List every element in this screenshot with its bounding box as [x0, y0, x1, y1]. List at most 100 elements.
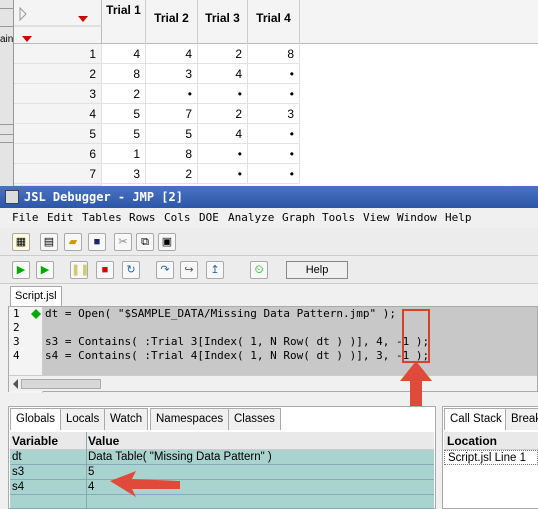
table-cell[interactable]: 2 — [198, 44, 248, 64]
row-number[interactable]: 3 — [14, 84, 102, 104]
menu-analyze[interactable]: Analyze — [228, 208, 274, 228]
row-select-triangle-icon — [19, 6, 27, 22]
table-cell[interactable]: • — [198, 84, 248, 104]
red-arrow-left-icon — [110, 471, 180, 497]
table-cell[interactable]: 2 — [146, 164, 198, 184]
column-header-trial-3[interactable]: Trial 3 — [198, 0, 248, 44]
watch-clock-icon[interactable]: ⏲ — [250, 261, 268, 279]
stop-icon[interactable]: ■ — [96, 261, 114, 279]
line-number: 2 — [13, 321, 20, 334]
tab-globals[interactable]: Globals — [10, 408, 61, 430]
run-icon[interactable]: ▶ — [36, 261, 54, 279]
code-line: s3 = Contains( :Trial 3[Index( 1, N Row(… — [43, 335, 537, 349]
table-cell[interactable]: 4 — [146, 44, 198, 64]
row-number[interactable]: 5 — [14, 124, 102, 144]
cut-icon[interactable]: ✂ — [114, 233, 132, 251]
table-cell[interactable]: • — [146, 84, 198, 104]
row-number[interactable]: 6 — [14, 144, 102, 164]
app-icon — [5, 190, 19, 204]
new-table-icon[interactable]: ▦ — [12, 233, 30, 251]
table-cell[interactable]: 5 — [102, 104, 146, 124]
row-number[interactable]: 1 — [14, 44, 102, 64]
table-cell[interactable]: • — [248, 64, 300, 84]
tab-locals[interactable]: Locals — [60, 408, 106, 430]
new-script-icon[interactable]: ▤ — [40, 233, 58, 251]
data-table-window: ain Trial 1 Trial 2 Trial 3 Trial 4 1442… — [0, 0, 538, 186]
help-button[interactable]: Help — [286, 261, 348, 279]
table-cell[interactable]: • — [248, 144, 300, 164]
table-cell[interactable]: 5 — [146, 124, 198, 144]
step-over-icon[interactable]: ↪ — [180, 261, 198, 279]
code-line: dt = Open( "$SAMPLE_DATA/Missing Data Pa… — [43, 307, 537, 321]
table-cell[interactable]: 8 — [248, 44, 300, 64]
table-cell[interactable]: 4 — [198, 124, 248, 144]
column-header-trial-4[interactable]: Trial 4 — [248, 0, 300, 44]
table-cell[interactable]: 7 — [146, 104, 198, 124]
menu-tools[interactable]: Tools — [322, 208, 355, 228]
column-header-trial-1[interactable]: Trial 1 — [102, 0, 146, 44]
tab-call-stack[interactable]: Call Stack — [444, 408, 508, 430]
value-column-header[interactable]: Value — [86, 432, 434, 450]
corner-header[interactable] — [14, 0, 102, 44]
table-cell[interactable]: 2 — [198, 104, 248, 124]
tab-breakpoints[interactable]: Break — [505, 408, 538, 430]
row-number[interactable]: 2 — [14, 64, 102, 84]
table-cell[interactable]: 3 — [248, 104, 300, 124]
column-menu-arrow-icon[interactable] — [78, 16, 88, 22]
menu-cols[interactable]: Cols — [164, 208, 191, 228]
table-cell[interactable]: 8 — [102, 64, 146, 84]
table-cell[interactable]: 3 — [146, 64, 198, 84]
column-header-trial-2[interactable]: Trial 2 — [146, 0, 198, 44]
menu-file[interactable]: File — [12, 208, 39, 228]
row-menu-arrow-icon[interactable] — [22, 36, 32, 42]
save-icon[interactable]: ■ — [88, 233, 106, 251]
variable-name[interactable]: s4 — [10, 480, 86, 495]
table-cell[interactable]: 4 — [102, 44, 146, 64]
table-cell[interactable]: • — [248, 164, 300, 184]
current-line-marker-icon — [31, 309, 41, 319]
step-out-icon[interactable]: ↥ — [206, 261, 224, 279]
call-stack-row[interactable]: Script.jsl Line 1 — [444, 450, 538, 465]
restart-icon[interactable]: ↻ — [122, 261, 140, 279]
row-number[interactable]: 4 — [14, 104, 102, 124]
table-cell[interactable]: 8 — [146, 144, 198, 164]
paste-icon[interactable]: ▣ — [158, 233, 176, 251]
tab-classes[interactable]: Classes — [228, 408, 281, 430]
row-number[interactable]: 7 — [14, 164, 102, 184]
tab-namespaces[interactable]: Namespaces — [150, 408, 230, 430]
open-folder-icon[interactable]: ▰ — [64, 233, 82, 251]
location-column-header[interactable]: Location — [444, 432, 538, 450]
variable-column-header[interactable]: Variable — [10, 432, 86, 450]
table-cell[interactable]: 3 — [102, 164, 146, 184]
horizontal-scrollbar[interactable] — [9, 375, 537, 391]
tab-watch[interactable]: Watch — [104, 408, 149, 430]
pause-icon[interactable]: ❚❚ — [70, 261, 89, 279]
tab-script-jsl[interactable]: Script.jsl — [10, 286, 62, 306]
menu-edit[interactable]: Edit — [47, 208, 74, 228]
table-cell[interactable]: • — [198, 164, 248, 184]
menu-view[interactable]: View — [363, 208, 390, 228]
menu-rows[interactable]: Rows — [129, 208, 156, 228]
table-cell[interactable]: • — [198, 144, 248, 164]
variable-name[interactable]: dt — [10, 450, 86, 465]
variable-name[interactable]: s3 — [10, 465, 86, 480]
code-editor[interactable]: 1 2 3 4 dt = Open( "$SAMPLE_DATA/Missing… — [8, 306, 538, 393]
table-cell[interactable]: 2 — [102, 84, 146, 104]
table-cell[interactable]: 5 — [102, 124, 146, 144]
window-title: JSL Debugger - JMP [2] — [24, 190, 183, 204]
table-cell[interactable]: • — [248, 84, 300, 104]
variable-value[interactable]: Data Table( "Missing Data Pattern" ) — [86, 450, 434, 465]
table-left-panel: ain — [0, 0, 14, 186]
scroll-thumb[interactable] — [21, 379, 101, 389]
table-cell[interactable]: • — [248, 124, 300, 144]
menu-graph[interactable]: Graph — [282, 208, 315, 228]
menu-help[interactable]: Help — [445, 208, 472, 228]
step-into-icon[interactable]: ↷ — [156, 261, 174, 279]
menu-doe[interactable]: DOE — [199, 208, 219, 228]
table-cell[interactable]: 1 — [102, 144, 146, 164]
menu-window[interactable]: Window — [397, 208, 437, 228]
run-step-icon[interactable]: ▶ — [12, 261, 30, 279]
copy-icon[interactable]: ⧉ — [136, 233, 154, 251]
table-cell[interactable]: 4 — [198, 64, 248, 84]
menu-tables[interactable]: Tables — [82, 208, 122, 228]
